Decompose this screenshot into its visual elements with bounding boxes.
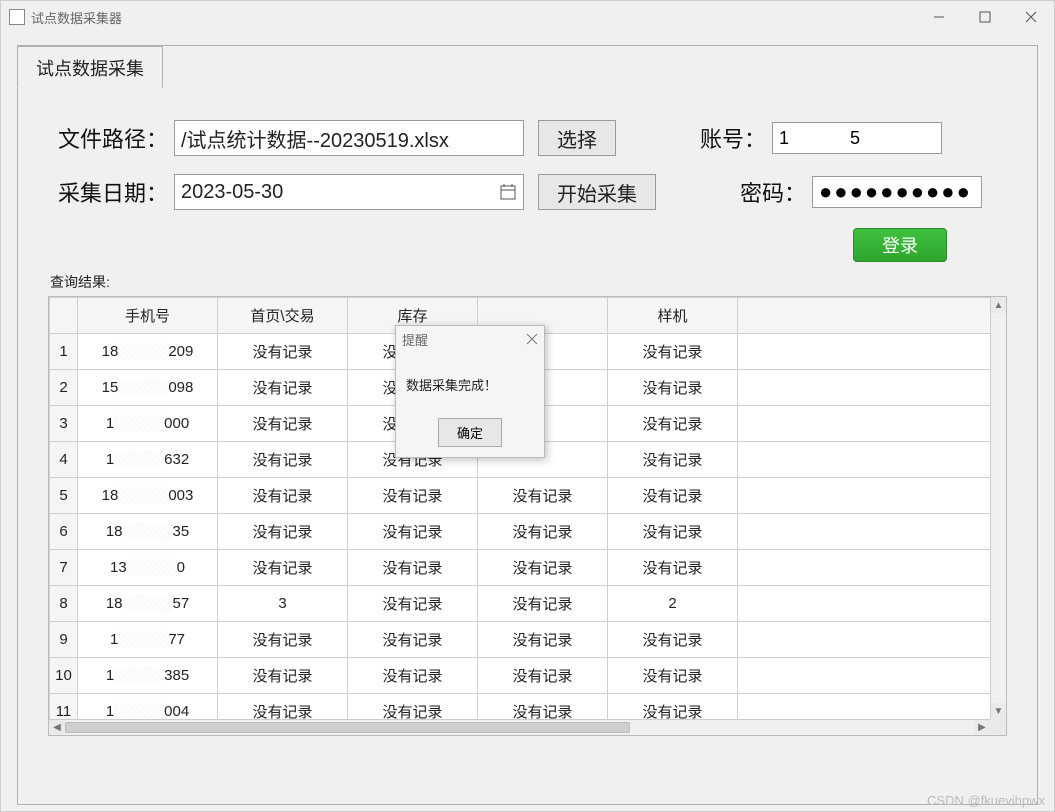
date-label: 采集日期： (48, 176, 168, 208)
file-path-input[interactable] (174, 120, 524, 156)
table-row[interactable]: 618xxxx35没有记录没有记录没有记录没有记录 (50, 514, 1006, 550)
cell: 没有记录 (608, 370, 738, 406)
app-icon (9, 9, 25, 25)
row-number: 3 (50, 406, 78, 442)
browse-button[interactable]: 选择 (538, 120, 616, 156)
col-header-0[interactable]: 手机号 (78, 298, 218, 334)
cell: 没有记录 (218, 478, 348, 514)
titlebar: 试点数据采集器 (1, 1, 1054, 33)
table-corner (50, 298, 78, 334)
start-collect-button[interactable]: 开始采集 (538, 174, 656, 210)
path-label: 文件路径： (48, 122, 168, 154)
cell-phone: 18xxxx209 (78, 334, 218, 370)
cell-phone: 1xxxx632 (78, 442, 218, 478)
row-number: 2 (50, 370, 78, 406)
cell-phone: 18xxxx35 (78, 514, 218, 550)
cell-phone: 18xxxx57 (78, 586, 218, 622)
cell-phone: 18xxxx003 (78, 478, 218, 514)
row-number: 5 (50, 478, 78, 514)
dialog-title: 提醒 (402, 330, 428, 349)
watermark: CSDN @fkuevihpwx (927, 793, 1045, 808)
cell: 没有记录 (608, 550, 738, 586)
close-button[interactable] (1008, 1, 1054, 33)
cell: 没有记录 (218, 550, 348, 586)
window-title: 试点数据采集器 (31, 8, 122, 27)
date-value: 2023-05-30 (181, 181, 283, 204)
maximize-button[interactable] (962, 1, 1008, 33)
cell: 没有记录 (218, 622, 348, 658)
cell-phone: 1xxxx77 (78, 622, 218, 658)
row-number: 8 (50, 586, 78, 622)
vertical-scrollbar[interactable]: ▲ ▼ (990, 297, 1006, 719)
scroll-down-icon[interactable]: ▼ (991, 703, 1006, 719)
password-input[interactable] (812, 176, 982, 208)
cell: 3 (218, 586, 348, 622)
cell: 没有记录 (348, 586, 478, 622)
cell: 没有记录 (218, 334, 348, 370)
cell: 没有记录 (348, 658, 478, 694)
dialog-message: 数据采集完成！ (396, 353, 544, 412)
row-number: 4 (50, 442, 78, 478)
cell: 没有记录 (608, 478, 738, 514)
horizontal-scrollbar[interactable]: ◀ ▶ (49, 719, 990, 735)
cell: 没有记录 (608, 334, 738, 370)
dialog-close-icon[interactable] (526, 332, 538, 348)
cell: 没有记录 (478, 586, 608, 622)
scroll-corner (990, 719, 1006, 735)
cell: 没有记录 (218, 658, 348, 694)
scroll-up-icon[interactable]: ▲ (991, 297, 1006, 313)
alert-dialog: 提醒 数据采集完成！ 确定 (395, 325, 545, 458)
cell: 没有记录 (478, 622, 608, 658)
tab-main[interactable]: 试点数据采集 (17, 46, 163, 88)
dialog-ok-button[interactable]: 确定 (438, 418, 502, 447)
row-number: 1 (50, 334, 78, 370)
row-number: 10 (50, 658, 78, 694)
row-number: 7 (50, 550, 78, 586)
calendar-icon[interactable] (499, 183, 517, 201)
cell-phone: 13xxxx0 (78, 550, 218, 586)
row-number: 6 (50, 514, 78, 550)
login-button[interactable]: 登录 (853, 228, 947, 262)
cell: 没有记录 (348, 514, 478, 550)
cell: 没有记录 (478, 514, 608, 550)
minimize-button[interactable] (916, 1, 962, 33)
table-row[interactable]: 91xxxx77没有记录没有记录没有记录没有记录 (50, 622, 1006, 658)
cell: 没有记录 (348, 622, 478, 658)
cell-phone: 1xxxx000 (78, 406, 218, 442)
scroll-right-icon[interactable]: ▶ (974, 720, 990, 735)
cell-phone: 15xxxx098 (78, 370, 218, 406)
date-picker[interactable]: 2023-05-30 (174, 174, 524, 210)
cell: 没有记录 (608, 442, 738, 478)
cell: 没有记录 (218, 514, 348, 550)
cell: 没有记录 (478, 658, 608, 694)
table-row[interactable]: 713xxxx0没有记录没有记录没有记录没有记录 (50, 550, 1006, 586)
cell: 没有记录 (608, 622, 738, 658)
table-row[interactable]: 518xxxx003没有记录没有记录没有记录没有记录 (50, 478, 1006, 514)
scroll-thumb[interactable] (65, 722, 630, 733)
cell: 没有记录 (218, 370, 348, 406)
cell: 没有记录 (608, 514, 738, 550)
app-window: 试点数据采集器 试点数据采集 文件路径： 选择 (0, 0, 1055, 812)
table-row[interactable]: 101xxxx385没有记录没有记录没有记录没有记录 (50, 658, 1006, 694)
cell: 没有记录 (608, 658, 738, 694)
cell-phone: 1xxxx385 (78, 658, 218, 694)
account-label: 账号： (696, 122, 766, 154)
cell: 2 (608, 586, 738, 622)
results-label: 查询结果: (50, 272, 1007, 292)
cell: 没有记录 (348, 550, 478, 586)
account-input[interactable] (772, 122, 942, 154)
cell: 没有记录 (478, 478, 608, 514)
password-label: 密码： (736, 176, 806, 208)
table-row[interactable]: 818xxxx573没有记录没有记录2 (50, 586, 1006, 622)
row-number: 9 (50, 622, 78, 658)
cell: 没有记录 (348, 478, 478, 514)
cell: 没有记录 (218, 406, 348, 442)
cell: 没有记录 (608, 406, 738, 442)
col-header-1[interactable]: 首页\交易 (218, 298, 348, 334)
scroll-left-icon[interactable]: ◀ (49, 720, 65, 735)
col-header-4[interactable]: 样机 (608, 298, 738, 334)
cell: 没有记录 (478, 550, 608, 586)
cell: 没有记录 (218, 442, 348, 478)
